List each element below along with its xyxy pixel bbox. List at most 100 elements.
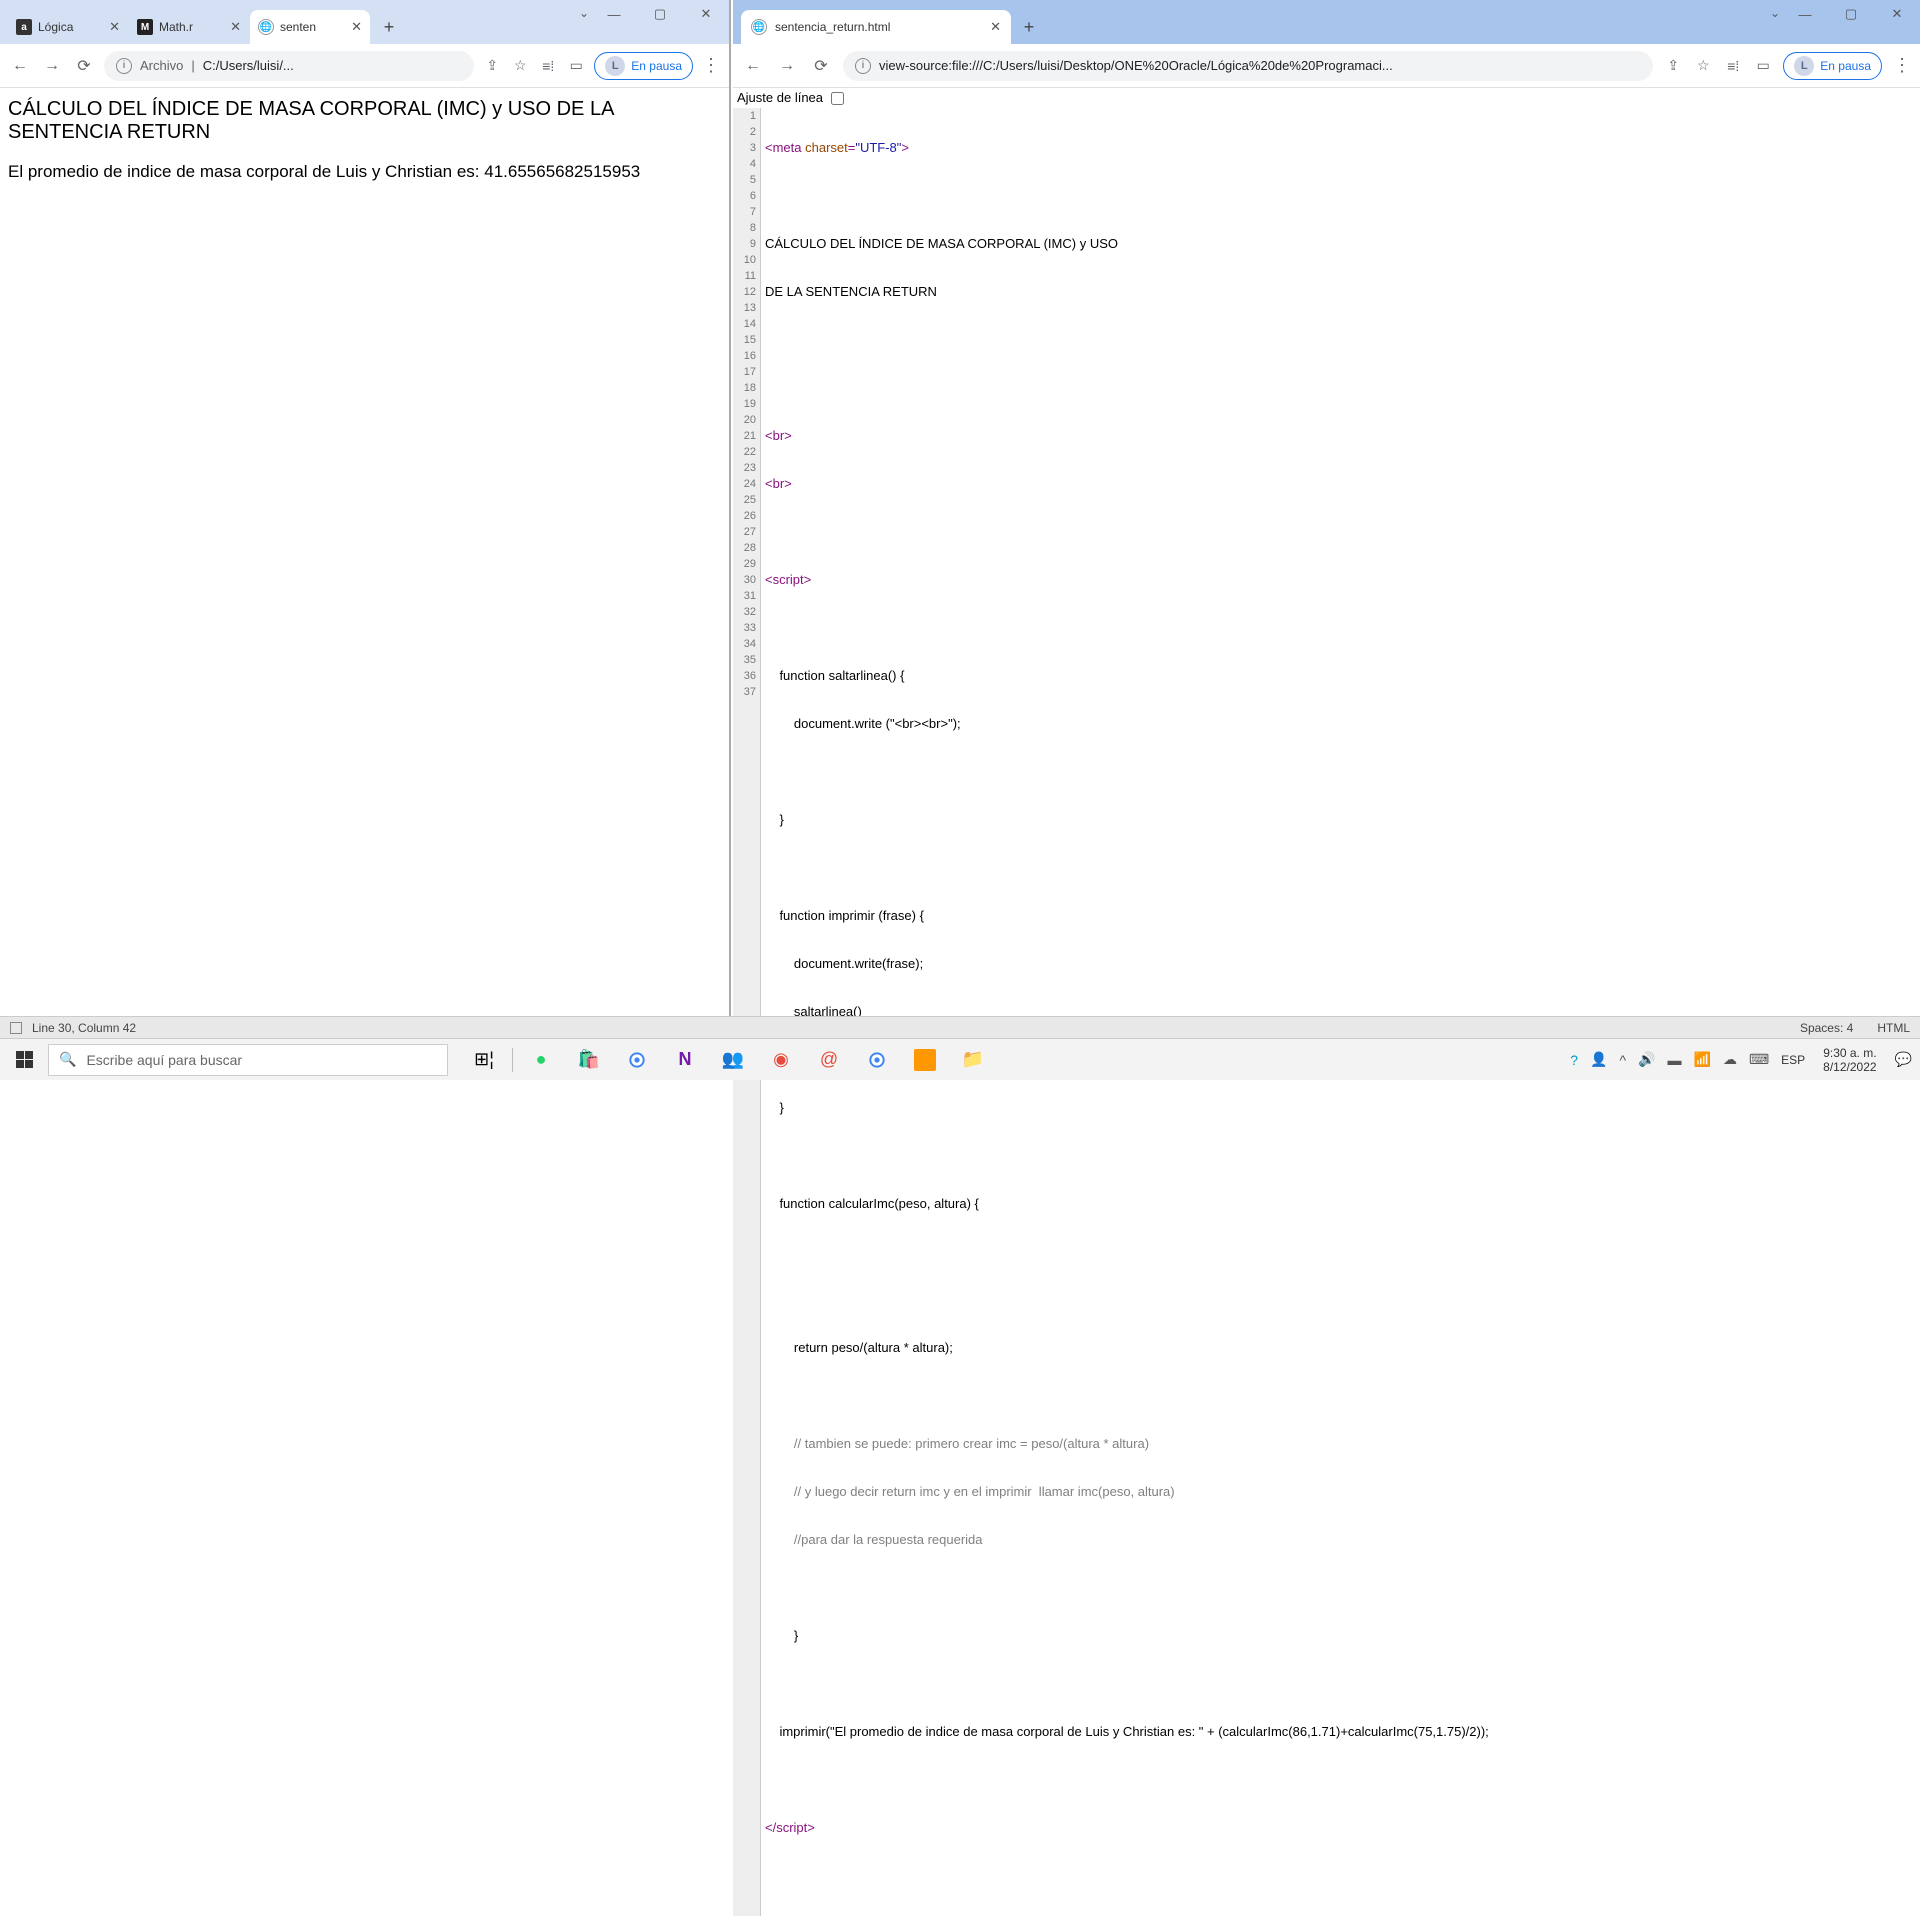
tab-search-icon[interactable]: ⌄ (1770, 6, 1780, 20)
maximize-button[interactable]: ▢ (1828, 0, 1874, 28)
people-icon[interactable]: 👤 (1590, 1051, 1607, 1068)
pausa-label: En pausa (631, 59, 682, 73)
globe-favicon: 🌐 (258, 19, 274, 35)
app-at-icon[interactable]: @ (805, 1039, 853, 1081)
profile-paused-chip[interactable]: L En pausa (594, 52, 693, 80)
start-button[interactable] (0, 1039, 48, 1081)
wifi-icon[interactable]: 📶 (1694, 1051, 1711, 1068)
device-icon[interactable]: ▭ (566, 56, 586, 76)
addr-path: view-source:file:///C:/Users/luisi/Deskt… (879, 58, 1393, 73)
rendered-page: CÁLCULO DEL ÍNDICE DE MASA CORPORAL (IMC… (0, 88, 729, 192)
new-tab-button[interactable]: + (375, 13, 403, 41)
taskbar-apps: ⊞¦ ● 🛍️ N 👥 ◉ @ 📁 (460, 1039, 997, 1081)
source-view: 12345678910 11121314151617181920 2122232… (733, 108, 1920, 1916)
pausa-label: En pausa (1820, 59, 1871, 73)
reading-list-icon[interactable]: ≡⁞ (538, 56, 558, 76)
chrome-icon[interactable] (613, 1039, 661, 1081)
clock[interactable]: 9:30 a. m. 8/12/2022 (1817, 1046, 1882, 1074)
statusbar-box-icon[interactable] (10, 1022, 22, 1034)
reload-button[interactable]: ⟳ (809, 54, 833, 78)
star-icon[interactable]: ☆ (510, 56, 530, 76)
close-icon[interactable]: ✕ (109, 19, 120, 35)
maximize-button[interactable]: ▢ (637, 0, 683, 28)
kebab-menu-icon[interactable]: ⋮ (701, 55, 721, 76)
line-wrap-checkbox[interactable] (831, 92, 844, 105)
back-button[interactable]: ← (8, 54, 32, 78)
notifications-icon[interactable]: 💬 (1895, 1051, 1912, 1068)
tab-search-icon[interactable]: ⌄ (579, 6, 589, 20)
address-bar[interactable]: i view-source:file:///C:/Users/luisi/Des… (843, 51, 1653, 81)
left-tab-bar: a Lógica ✕ M Math.r ✕ 🌐 senten ✕ + ⌄ — ▢… (0, 0, 729, 44)
task-view-icon[interactable]: ⊞¦ (460, 1039, 508, 1081)
right-tab-bar: 🌐 sentencia_return.html ✕ + ⌄ — ▢ ✕ (733, 0, 1920, 44)
tab-title: Lógica (38, 20, 103, 34)
line-wrap-label: Ajuste de línea (737, 90, 823, 105)
info-icon: i (855, 58, 871, 74)
editor-statusbar: Line 30, Column 42 Spaces: 4 HTML (0, 1016, 1920, 1038)
microsoft-store-icon[interactable]: 🛍️ (565, 1039, 613, 1081)
language-mode[interactable]: HTML (1877, 1021, 1910, 1035)
tab-math[interactable]: M Math.r ✕ (129, 10, 249, 44)
minimize-button[interactable]: — (1782, 0, 1828, 28)
right-browser-window: 🌐 sentencia_return.html ✕ + ⌄ — ▢ ✕ ← → … (733, 0, 1920, 1016)
code-area[interactable]: <meta charset="UTF-8"> CÁLCULO DEL ÍNDIC… (761, 108, 1489, 1916)
forward-button[interactable]: → (40, 54, 64, 78)
whatsapp-icon[interactable]: ● (517, 1039, 565, 1081)
address-bar[interactable]: i Archivo | C:/Users/luisi/... (104, 51, 474, 81)
left-toolbar: ← → ⟳ i Archivo | C:/Users/luisi/... ⇪ ☆… (0, 44, 729, 88)
tab-viewsource[interactable]: 🌐 sentencia_return.html ✕ (741, 10, 1011, 44)
sublime-icon[interactable] (914, 1049, 936, 1071)
close-icon[interactable]: ✕ (351, 19, 362, 35)
close-window-button[interactable]: ✕ (683, 0, 729, 28)
tab-title: sentencia_return.html (775, 20, 982, 34)
close-window-button[interactable]: ✕ (1874, 0, 1920, 28)
chevron-up-icon[interactable]: ^ (1619, 1052, 1626, 1068)
addr-divider: | (191, 58, 194, 73)
taskbar-divider (512, 1048, 513, 1072)
close-icon[interactable]: ✕ (990, 19, 1001, 35)
app-red-icon[interactable]: ◉ (757, 1039, 805, 1081)
alura-favicon: a (16, 19, 32, 35)
page-paragraph: El promedio de indice de masa corporal d… (8, 162, 721, 182)
minimize-button[interactable]: — (591, 0, 637, 28)
share-icon[interactable]: ⇪ (1663, 56, 1683, 76)
back-button[interactable]: ← (741, 54, 765, 78)
share-icon[interactable]: ⇪ (482, 56, 502, 76)
windows-logo-icon (16, 1051, 33, 1068)
date-label: 8/12/2022 (1823, 1060, 1876, 1074)
forward-button[interactable]: → (775, 54, 799, 78)
star-icon[interactable]: ☆ (1693, 56, 1713, 76)
addr-prefix: Archivo (140, 58, 183, 73)
onedrive-icon[interactable]: ☁ (1723, 1051, 1737, 1068)
cursor-position: Line 30, Column 42 (32, 1021, 136, 1035)
battery-icon[interactable]: ▬ (1668, 1052, 1682, 1068)
avatar: L (1794, 56, 1814, 76)
keyboard-icon[interactable]: ⌨ (1749, 1051, 1769, 1068)
avatar: L (605, 56, 625, 76)
m-favicon: M (137, 19, 153, 35)
line-gutter: 12345678910 11121314151617181920 2122232… (733, 108, 761, 1916)
input-language[interactable]: ESP (1781, 1053, 1805, 1067)
profile-paused-chip[interactable]: L En pausa (1783, 52, 1882, 80)
windows-taskbar: 🔍 Escribe aquí para buscar ⊞¦ ● 🛍️ N 👥 ◉… (0, 1038, 1920, 1080)
file-explorer-icon[interactable]: 📁 (949, 1039, 997, 1081)
chrome-active-icon[interactable] (853, 1039, 901, 1081)
onenote-icon[interactable]: N (661, 1039, 709, 1081)
tab-title: Math.r (159, 20, 224, 34)
help-icon[interactable]: ? (1570, 1052, 1578, 1068)
info-icon: i (116, 58, 132, 74)
volume-icon[interactable]: 🔊 (1638, 1051, 1655, 1068)
reload-button[interactable]: ⟳ (72, 54, 96, 78)
kebab-menu-icon[interactable]: ⋮ (1892, 55, 1912, 76)
globe-favicon: 🌐 (751, 19, 767, 35)
window-controls: — ▢ ✕ (591, 0, 729, 28)
tab-sentencia[interactable]: 🌐 senten ✕ (250, 10, 370, 44)
close-icon[interactable]: ✕ (230, 19, 241, 35)
teams-icon[interactable]: 👥 (709, 1039, 757, 1081)
reading-list-icon[interactable]: ≡⁞ (1723, 56, 1743, 76)
taskbar-search[interactable]: 🔍 Escribe aquí para buscar (48, 1044, 448, 1076)
tab-logica[interactable]: a Lógica ✕ (8, 10, 128, 44)
device-icon[interactable]: ▭ (1753, 56, 1773, 76)
new-tab-button[interactable]: + (1015, 13, 1043, 41)
indent-setting[interactable]: Spaces: 4 (1800, 1021, 1853, 1035)
